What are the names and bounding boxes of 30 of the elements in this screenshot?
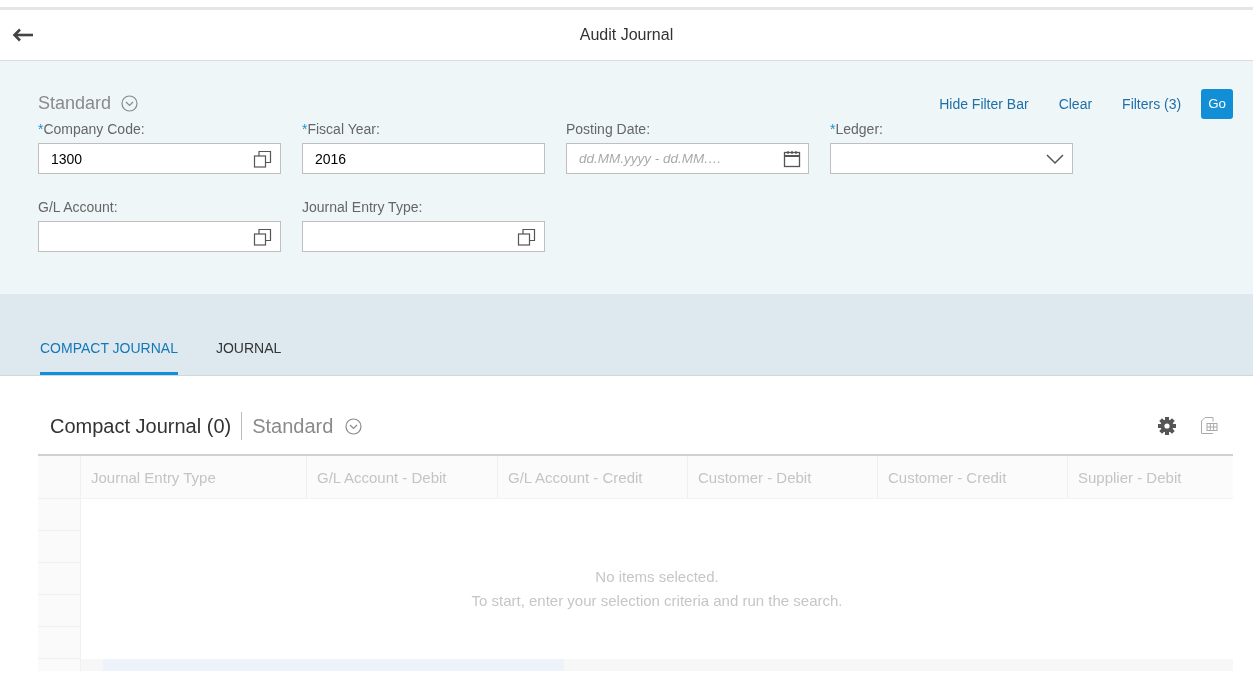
tab[interactable]: JOURNAL xyxy=(215,340,282,375)
field-label: Journal Entry Type: xyxy=(302,199,424,215)
toolbar-link[interactable]: Filters (3) xyxy=(1122,95,1182,112)
settings-icon[interactable] xyxy=(1157,416,1177,436)
field-label: Posting Date: xyxy=(566,121,652,137)
input-field[interactable] xyxy=(38,221,281,252)
input-field[interactable]: 1300 xyxy=(38,143,281,174)
dropdown-field[interactable] xyxy=(830,143,1073,174)
chevron-circle-icon[interactable] xyxy=(345,417,363,435)
value-help-icon[interactable] xyxy=(253,148,273,169)
back-arrow-icon[interactable] xyxy=(12,28,34,42)
field-label: *Ledger: xyxy=(830,121,884,137)
field-label: *Fiscal Year: xyxy=(302,121,381,137)
chevron-circle-icon[interactable] xyxy=(121,95,139,112)
value-help-icon[interactable] xyxy=(517,226,537,247)
variant-title: Standard xyxy=(252,414,334,438)
toolbar-link[interactable]: Hide Filter Bar xyxy=(939,95,1029,112)
toolbar-link[interactable]: Clear xyxy=(1058,95,1093,112)
go-button[interactable]: Go xyxy=(1201,88,1233,119)
calendar-icon[interactable] xyxy=(783,149,801,168)
input-field[interactable]: 2016 xyxy=(302,143,545,174)
variant-title: Standard xyxy=(38,93,112,114)
field-label: *Company Code: xyxy=(38,121,146,137)
input-field[interactable] xyxy=(302,221,545,252)
field-label: G/L Account: xyxy=(38,199,119,215)
value-help-icon[interactable] xyxy=(253,226,273,247)
table-title: Compact Journal (0) xyxy=(50,414,232,438)
page-title: Audit Journal xyxy=(578,26,675,44)
tab[interactable]: COMPACT JOURNAL xyxy=(40,340,178,375)
empty-message: No items selected. To start, enter your selection criteria and run the search. xyxy=(471,567,843,611)
